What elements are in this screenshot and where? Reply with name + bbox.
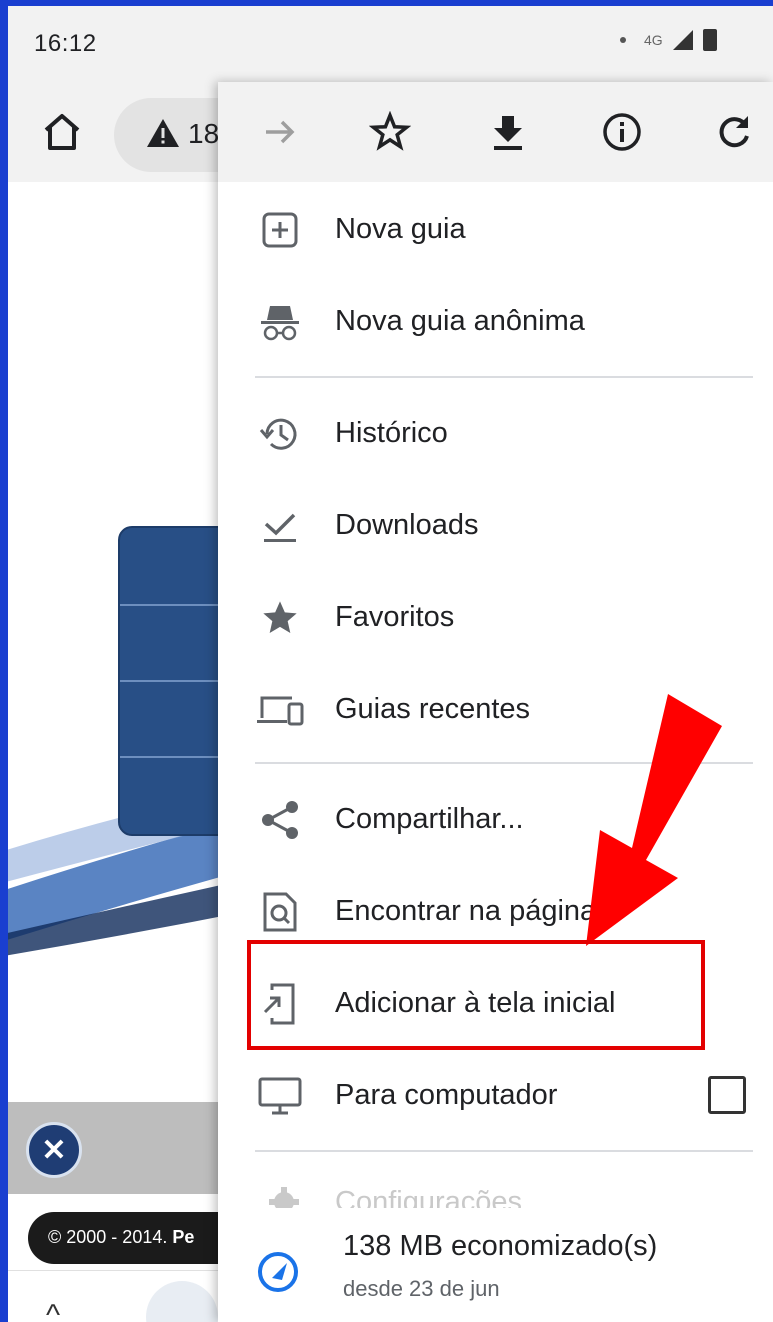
devices-icon <box>256 686 304 734</box>
phone-screen: 16:12 4G 18 ✕ © 2000 - 2014. Pe ^ Nova g… <box>8 6 773 1322</box>
share-icon <box>256 796 304 844</box>
menu-item-label: Configurações <box>335 1186 522 1208</box>
menu-item-bookmarks[interactable]: Favoritos <box>218 572 773 664</box>
forward-arrow-icon[interactable] <box>254 106 306 158</box>
desktop-site-checkbox[interactable] <box>708 1076 746 1114</box>
copyright-bold-text: Pe <box>172 1227 195 1247</box>
menu-item-label: Compartilhar... <box>335 803 524 835</box>
status-icons: 4G <box>620 28 717 52</box>
avatar <box>146 1281 218 1322</box>
status-time: 16:12 <box>34 30 97 57</box>
menu-item-downloads[interactable]: Downloads <box>218 480 773 572</box>
find-in-page-icon <box>256 888 304 936</box>
menu-divider <box>255 376 753 378</box>
menu-icon-bar <box>218 82 773 182</box>
menu-item-label: Nova guia <box>335 213 466 245</box>
menu-item-label: Para computador <box>335 1079 558 1111</box>
gear-icon <box>268 1186 300 1208</box>
red-arrow-annotation <box>586 694 722 946</box>
chevron-up-icon[interactable]: ^ <box>46 1299 60 1322</box>
menu-item-desktop-site[interactable]: Para computador <box>218 1050 773 1142</box>
menu-item-label: Nova guia anônima <box>335 305 585 337</box>
data-saver-summary[interactable]: 138 MB economizado(s) desde 23 de jun <box>218 1220 773 1322</box>
downloads-check-icon <box>256 502 304 550</box>
copyright-text: © 2000 - 2014. <box>48 1227 168 1247</box>
battery-icon <box>702 29 717 51</box>
star-filled-icon <box>256 594 304 642</box>
new-tab-icon <box>256 206 304 254</box>
menu-item-label: Downloads <box>335 509 479 541</box>
download-icon[interactable] <box>482 106 534 158</box>
dot-icon <box>620 37 626 43</box>
menu-item-history[interactable]: Histórico <box>218 388 773 480</box>
status-bar: 16:12 4G <box>8 6 773 82</box>
star-outline-icon[interactable] <box>364 106 416 158</box>
url-text: 18 <box>188 118 220 149</box>
reload-icon[interactable] <box>708 106 760 158</box>
highlight-box-annotation <box>247 940 705 1050</box>
menu-item-label: Favoritos <box>335 601 455 633</box>
data-saver-subtitle: desde 23 de jun <box>343 1276 500 1301</box>
menu-item-label: Guias recentes <box>335 693 531 725</box>
menu-item-label: Encontrar na página <box>335 895 597 927</box>
close-circle-icon[interactable]: ✕ <box>26 1122 82 1178</box>
network-type: 4G <box>644 32 663 48</box>
incognito-icon <box>256 298 304 346</box>
history-icon <box>256 410 304 458</box>
menu-item-incognito[interactable]: Nova guia anônima <box>218 276 773 368</box>
signal-icon <box>672 30 693 50</box>
menu-item-settings[interactable]: Configurações <box>335 1186 522 1208</box>
home-icon[interactable] <box>38 108 86 156</box>
data-saver-title: 138 MB economizado(s) <box>343 1230 658 1262</box>
info-icon[interactable] <box>596 106 648 158</box>
menu-item-label: Histórico <box>335 417 448 449</box>
warning-triangle-icon <box>147 119 179 147</box>
desktop-icon <box>256 1072 304 1120</box>
menu-item-new-tab[interactable]: Nova guia <box>218 184 773 276</box>
data-saver-gauge-icon <box>258 1252 298 1292</box>
menu-divider <box>255 1150 753 1152</box>
